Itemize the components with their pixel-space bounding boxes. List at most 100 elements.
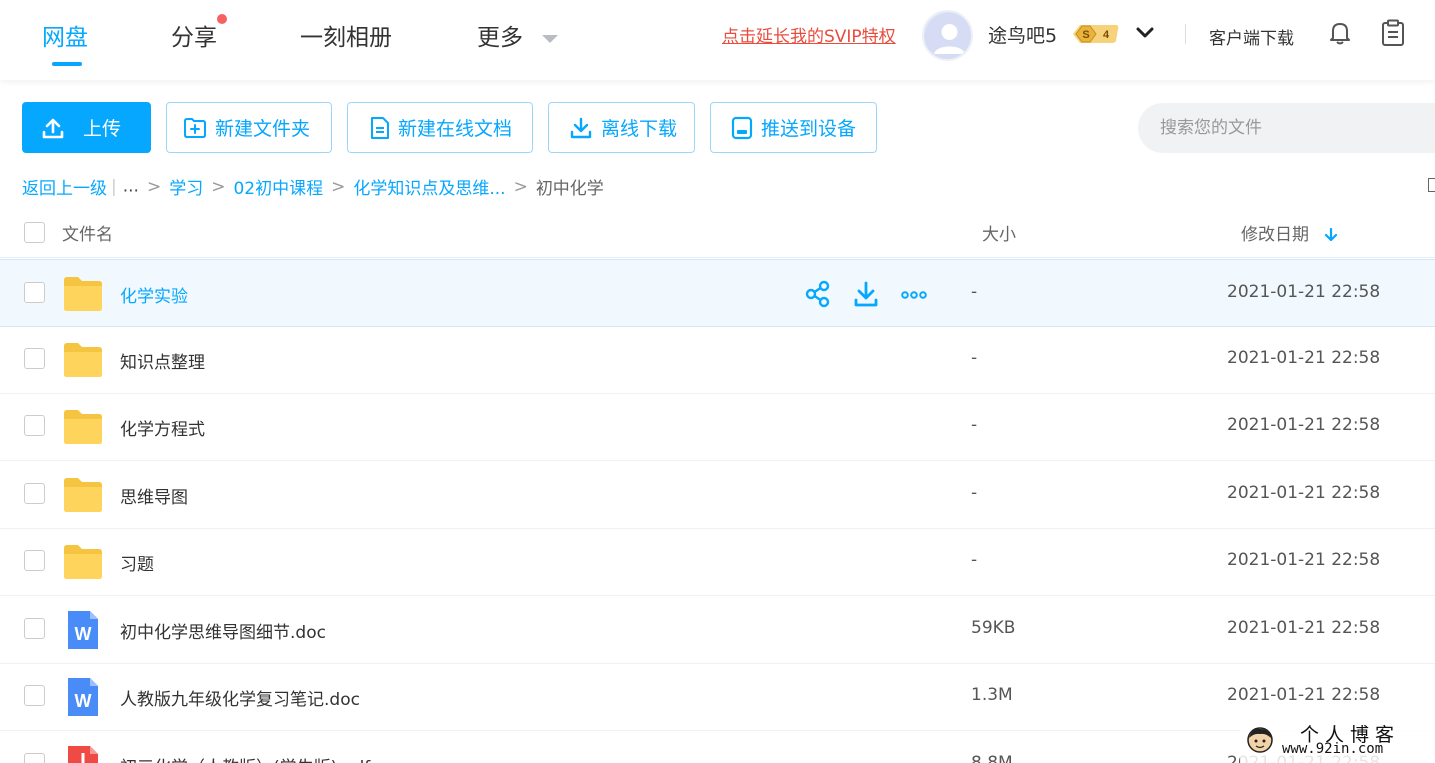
file-date: 2021-01-21 22:58 [1227, 618, 1381, 638]
row-checkbox[interactable] [24, 415, 45, 436]
breadcrumb-ellipsis[interactable]: ... [123, 177, 139, 197]
folder-icon [62, 340, 104, 380]
folder-icon [62, 407, 104, 447]
file-name[interactable]: 知识点整理 [120, 348, 205, 373]
breadcrumb-item[interactable]: 02初中课程 [233, 179, 323, 199]
row-actions [805, 280, 927, 308]
file-size: - [971, 415, 978, 435]
table-row[interactable]: 知识点整理 - 2021-01-21 22:58 [0, 326, 1435, 394]
folder-icon [62, 475, 104, 515]
bell-icon[interactable] [1327, 20, 1353, 46]
download-icon[interactable] [853, 280, 879, 308]
view-toggle-icon[interactable] [1428, 178, 1435, 192]
table-row[interactable]: 化学方程式 - 2021-01-21 22:58 [0, 393, 1435, 461]
select-all-checkbox[interactable] [24, 222, 45, 243]
breadcrumb-separator: > [331, 176, 346, 197]
row-checkbox[interactable] [24, 282, 45, 303]
device-icon [731, 116, 753, 139]
folder-icon [62, 274, 104, 314]
svg-text:S: S [1082, 29, 1089, 41]
upload-icon [42, 118, 64, 138]
document-icon [371, 116, 389, 139]
table-row[interactable]: 初三化学（人教版）(学生版).pdf8.8M2021-01-21 22:58 [0, 731, 1435, 763]
offline-download-button[interactable]: 离线下载 [548, 102, 695, 153]
row-checkbox[interactable] [24, 753, 45, 763]
chevron-down-icon[interactable] [1134, 22, 1156, 44]
new-online-doc-button[interactable]: 新建在线文档 [347, 102, 533, 153]
avatar[interactable] [922, 10, 973, 61]
sort-descending-icon[interactable] [1324, 227, 1338, 243]
column-header-date[interactable]: 修改日期 [1241, 220, 1338, 245]
upload-button[interactable]: 上传 [22, 102, 151, 153]
push-to-device-button-label: 推送到设备 [761, 118, 857, 140]
push-to-device-button[interactable]: 推送到设备 [710, 102, 877, 153]
tab-share-label: 分享 [171, 25, 217, 51]
breadcrumb-item[interactable]: 学习 [169, 179, 203, 199]
word-doc-icon: W [62, 677, 104, 717]
row-checkbox[interactable] [24, 618, 45, 639]
file-name[interactable]: 习题 [120, 550, 154, 575]
divider [1185, 24, 1186, 44]
breadcrumb-item[interactable]: 化学知识点及思维... [353, 179, 505, 199]
table-header: 文件名 大小 修改日期 [0, 206, 1435, 258]
row-checkbox[interactable] [24, 550, 45, 571]
table-row[interactable]: 习题 - 2021-01-21 22:58 [0, 528, 1435, 596]
table-row[interactable]: W 人教版九年级化学复习笔记.doc 1.3M 2021-01-21 22:58 [0, 663, 1435, 731]
tab-more-label: 更多 [477, 25, 523, 51]
file-date: 2021-01-21 22:58 [1227, 550, 1381, 570]
more-icon[interactable] [901, 280, 927, 308]
file-size: - [971, 550, 978, 570]
tab-moment-album-label: 一刻相册 [300, 25, 392, 51]
tab-more[interactable]: 更多 [477, 18, 559, 52]
tab-moment-album[interactable]: 一刻相册 [300, 18, 392, 52]
tab-netdisk[interactable]: 网盘 [42, 18, 88, 66]
file-date: 2021-01-21 22:58 [1227, 685, 1381, 705]
tab-share[interactable]: 分享 [171, 14, 227, 52]
table-row[interactable]: W 初中化学思维导图细节.doc 59KB 2021-01-21 22:58 [0, 596, 1435, 664]
word-doc-icon: W [62, 610, 104, 650]
client-download-link[interactable]: 客户端下载 [1209, 24, 1294, 49]
file-name[interactable]: 初三化学（人教版）(学生版).pdf [120, 753, 370, 763]
new-folder-button[interactable]: 新建文件夹 [166, 102, 332, 153]
download-icon [570, 117, 592, 138]
svip-renew-link[interactable]: 点击延长我的SVIP特权 [722, 22, 896, 47]
tab-netdisk-label: 网盘 [42, 25, 88, 51]
new-folder-button-label: 新建文件夹 [215, 118, 311, 140]
file-name[interactable]: 化学实验 [120, 282, 188, 307]
file-date: 2021-01-21 22:58 [1227, 483, 1381, 503]
active-tab-indicator [52, 62, 82, 66]
breadcrumb-current: 初中化学 [535, 179, 604, 199]
row-checkbox[interactable] [24, 685, 45, 706]
share-icon[interactable] [805, 280, 831, 308]
row-checkbox[interactable] [24, 348, 45, 369]
svg-text:W: W [75, 691, 92, 711]
svg-text:W: W [75, 624, 92, 644]
folder-icon [62, 542, 104, 582]
file-name[interactable]: 思维导图 [120, 483, 188, 508]
clipboard-icon[interactable] [1380, 19, 1406, 47]
breadcrumb-separator: > [146, 176, 162, 197]
breadcrumb-divider: | [111, 176, 117, 197]
column-header-name[interactable]: 文件名 [62, 220, 113, 245]
file-size: 1.3M [971, 685, 1013, 705]
table-row[interactable]: 思维导图 - 2021-01-21 22:58 [0, 461, 1435, 529]
file-size: - [971, 483, 978, 503]
file-name[interactable]: 初中化学思维导图细节.doc [120, 618, 326, 643]
svip-level-badge-icon: S 4 [1073, 25, 1119, 43]
file-name[interactable]: 人教版九年级化学复习笔记.doc [120, 685, 360, 710]
username[interactable]: 途鸟吧5 [988, 21, 1057, 48]
user-avatar-icon [924, 12, 971, 59]
column-header-size[interactable]: 大小 [982, 220, 1016, 245]
file-size: - [971, 282, 978, 302]
breadcrumb-separator: > [211, 176, 226, 197]
table-row[interactable]: 化学实验 - 2021-01-21 22:58 [0, 259, 1435, 327]
row-checkbox[interactable] [24, 483, 45, 504]
search-input[interactable] [1138, 103, 1435, 153]
file-size: - [971, 348, 978, 368]
file-date: 2021-01-21 22:58 [1227, 282, 1381, 302]
back-link[interactable]: 返回上一级 [22, 179, 107, 199]
file-name[interactable]: 化学方程式 [120, 415, 205, 440]
notification-dot [217, 14, 227, 24]
file-date: 2021-01-21 22:58 [1227, 348, 1381, 368]
file-size: 8.8M [971, 753, 1013, 763]
